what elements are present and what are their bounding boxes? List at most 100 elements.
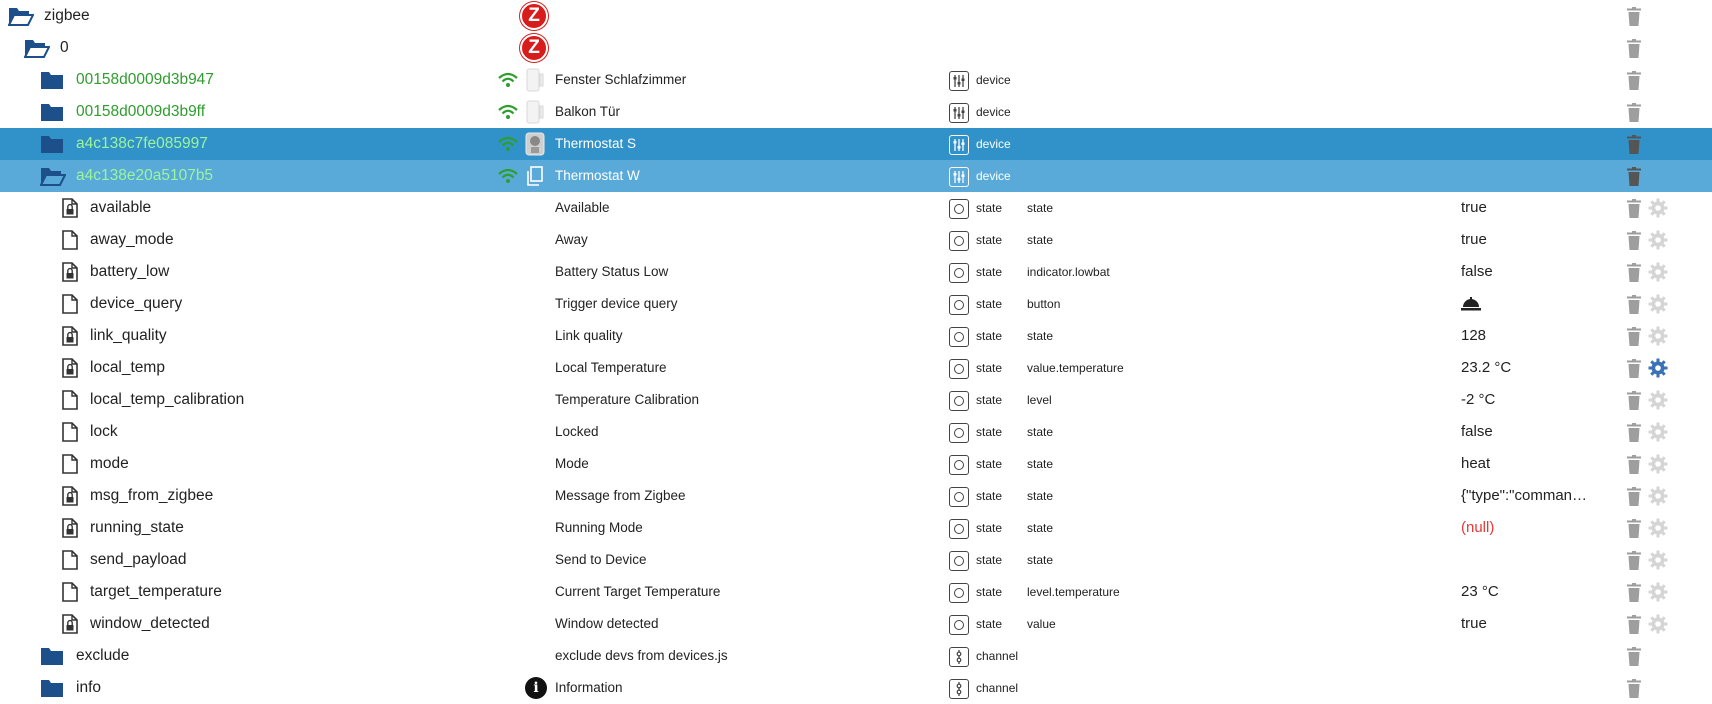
folder-open-icon[interactable] [7, 6, 35, 26]
settings-gear-icon[interactable] [1648, 198, 1668, 218]
delete-icon[interactable] [1625, 167, 1643, 186]
state-role: level [1027, 393, 1052, 407]
delete-icon[interactable] [1625, 231, 1643, 250]
folder-icon[interactable] [40, 134, 64, 154]
tree-row-state[interactable]: battery_low Battery Status Low state indica… [0, 256, 1712, 288]
settings-gear-icon[interactable] [1648, 486, 1668, 506]
settings-gear-icon[interactable] [1648, 390, 1668, 410]
tree-row-channel[interactable]: info i Information channel [0, 672, 1712, 704]
state-value[interactable]: false [1461, 416, 1493, 448]
state-name: Current Target Temperature [555, 584, 721, 599]
tree-row-state[interactable]: msg_from_zigbee Message from Zigbee state s… [0, 480, 1712, 512]
settings-gear-icon[interactable] [1648, 550, 1668, 570]
settings-gear-icon[interactable] [1648, 326, 1668, 346]
delete-icon[interactable] [1625, 679, 1643, 698]
state-value[interactable]: {"type":"comman… [1461, 480, 1587, 512]
tree-row-state[interactable]: link_quality Link quality state state 128 [0, 320, 1712, 352]
tree-row-state[interactable]: device_query Trigger device query state but… [0, 288, 1712, 320]
settings-gear-icon[interactable] [1648, 230, 1668, 250]
state-id: local_temp_calibration [90, 391, 245, 408]
delete-icon[interactable] [1625, 455, 1643, 474]
object-type: state [976, 233, 1003, 247]
folder-icon[interactable] [40, 70, 64, 90]
delete-icon[interactable] [1625, 71, 1643, 90]
readonly-state-file-icon [62, 262, 78, 282]
state-type-icon [949, 455, 969, 475]
folder-open-icon[interactable] [23, 38, 51, 58]
state-file-icon [62, 294, 78, 314]
tree-row-device[interactable]: a4c138c7fe085997 Thermostat S device [0, 128, 1712, 160]
delete-icon[interactable] [1625, 583, 1643, 602]
state-name: Away [555, 232, 588, 247]
settings-gear-icon[interactable] [1648, 294, 1668, 314]
state-value[interactable]: 128 [1461, 320, 1486, 352]
tree-row-device[interactable]: 00158d0009d3b947 Fenster Schlafzimmer devi… [0, 64, 1712, 96]
tree-row-folder[interactable]: 0Z [0, 32, 1712, 64]
delete-icon[interactable] [1625, 263, 1643, 282]
folder-icon[interactable] [40, 102, 64, 122]
delete-icon[interactable] [1625, 519, 1643, 538]
object-type: device [976, 169, 1011, 183]
tree-row-state[interactable]: lock Locked state state false [0, 416, 1712, 448]
tree-row-device[interactable]: a4c138e20a5107b5 Thermostat W device [0, 160, 1712, 192]
delete-icon[interactable] [1625, 39, 1643, 58]
delete-icon[interactable] [1625, 103, 1643, 122]
tree-row-state[interactable]: window_detected Window detected state value… [0, 608, 1712, 640]
state-name: Mode [555, 456, 589, 471]
state-value[interactable]: 23.2 °C [1461, 352, 1511, 384]
delete-icon[interactable] [1625, 647, 1643, 666]
tree-row-state[interactable]: local_temp Local Temperature state value.te… [0, 352, 1712, 384]
state-role: state [1027, 553, 1054, 567]
delete-icon[interactable] [1625, 487, 1643, 506]
state-value[interactable]: heat [1461, 448, 1490, 480]
tree-row-state[interactable]: local_temp_calibration Temperature Calibr… [0, 384, 1712, 416]
settings-gear-icon[interactable] [1648, 454, 1668, 474]
delete-icon[interactable] [1625, 7, 1643, 26]
settings-gear-icon[interactable] [1648, 422, 1668, 442]
folder-open-icon[interactable] [39, 166, 67, 186]
state-file-icon [62, 422, 78, 442]
state-value[interactable]: true [1461, 192, 1487, 224]
tree-row-channel[interactable]: exclude exclude devs from devices.js chann… [0, 640, 1712, 672]
delete-icon[interactable] [1625, 135, 1643, 154]
state-value[interactable]: true [1461, 608, 1487, 640]
zigbee-logo-icon: Z [520, 34, 548, 62]
folder-icon[interactable] [40, 646, 64, 666]
tree-row-state[interactable]: target_temperature Current Target Tempera… [0, 576, 1712, 608]
settings-gear-icon[interactable] [1648, 518, 1668, 538]
delete-icon[interactable] [1625, 359, 1643, 378]
delete-icon[interactable] [1625, 615, 1643, 634]
settings-gear-icon[interactable] [1648, 358, 1668, 378]
delete-icon[interactable] [1625, 295, 1643, 314]
delete-icon[interactable] [1625, 199, 1643, 218]
tree-row-state[interactable]: away_mode Away state state true [0, 224, 1712, 256]
settings-gear-icon[interactable] [1648, 262, 1668, 282]
object-type: channel [976, 649, 1019, 663]
state-role: level.temperature [1027, 585, 1120, 599]
state-value[interactable]: (null) [1461, 512, 1494, 544]
device-id: a4c138c7fe085997 [76, 135, 208, 152]
state-type-icon [949, 263, 969, 283]
delete-icon[interactable] [1625, 551, 1643, 570]
delete-icon[interactable] [1625, 327, 1643, 346]
tree-row-state[interactable]: running_state Running Mode state state (null… [0, 512, 1712, 544]
state-value[interactable]: true [1461, 224, 1487, 256]
tree-row-state[interactable]: mode Mode state state heat [0, 448, 1712, 480]
info-icon-glyph: i [533, 680, 539, 696]
tree-row-state[interactable]: available Available state state true [0, 192, 1712, 224]
state-value[interactable]: -2 °C [1461, 384, 1495, 416]
tree-row-device[interactable]: 00158d0009d3b9ff Balkon Tür device [0, 96, 1712, 128]
folder-icon[interactable] [40, 678, 64, 698]
delete-icon[interactable] [1625, 423, 1643, 442]
device-name: Thermostat S [555, 136, 637, 151]
tree-row-state[interactable]: send_payload Send to Device state state [0, 544, 1712, 576]
settings-gear-icon[interactable] [1648, 582, 1668, 602]
state-role: state [1027, 489, 1054, 503]
delete-icon[interactable] [1625, 391, 1643, 410]
state-name: Message from Zigbee [555, 488, 686, 503]
settings-gear-icon[interactable] [1648, 614, 1668, 634]
bell-button-icon[interactable] [1460, 295, 1482, 318]
state-value[interactable]: 23 °C [1461, 576, 1499, 608]
state-value[interactable]: false [1461, 256, 1493, 288]
tree-row-folder[interactable]: zigbee Z [0, 0, 1712, 32]
